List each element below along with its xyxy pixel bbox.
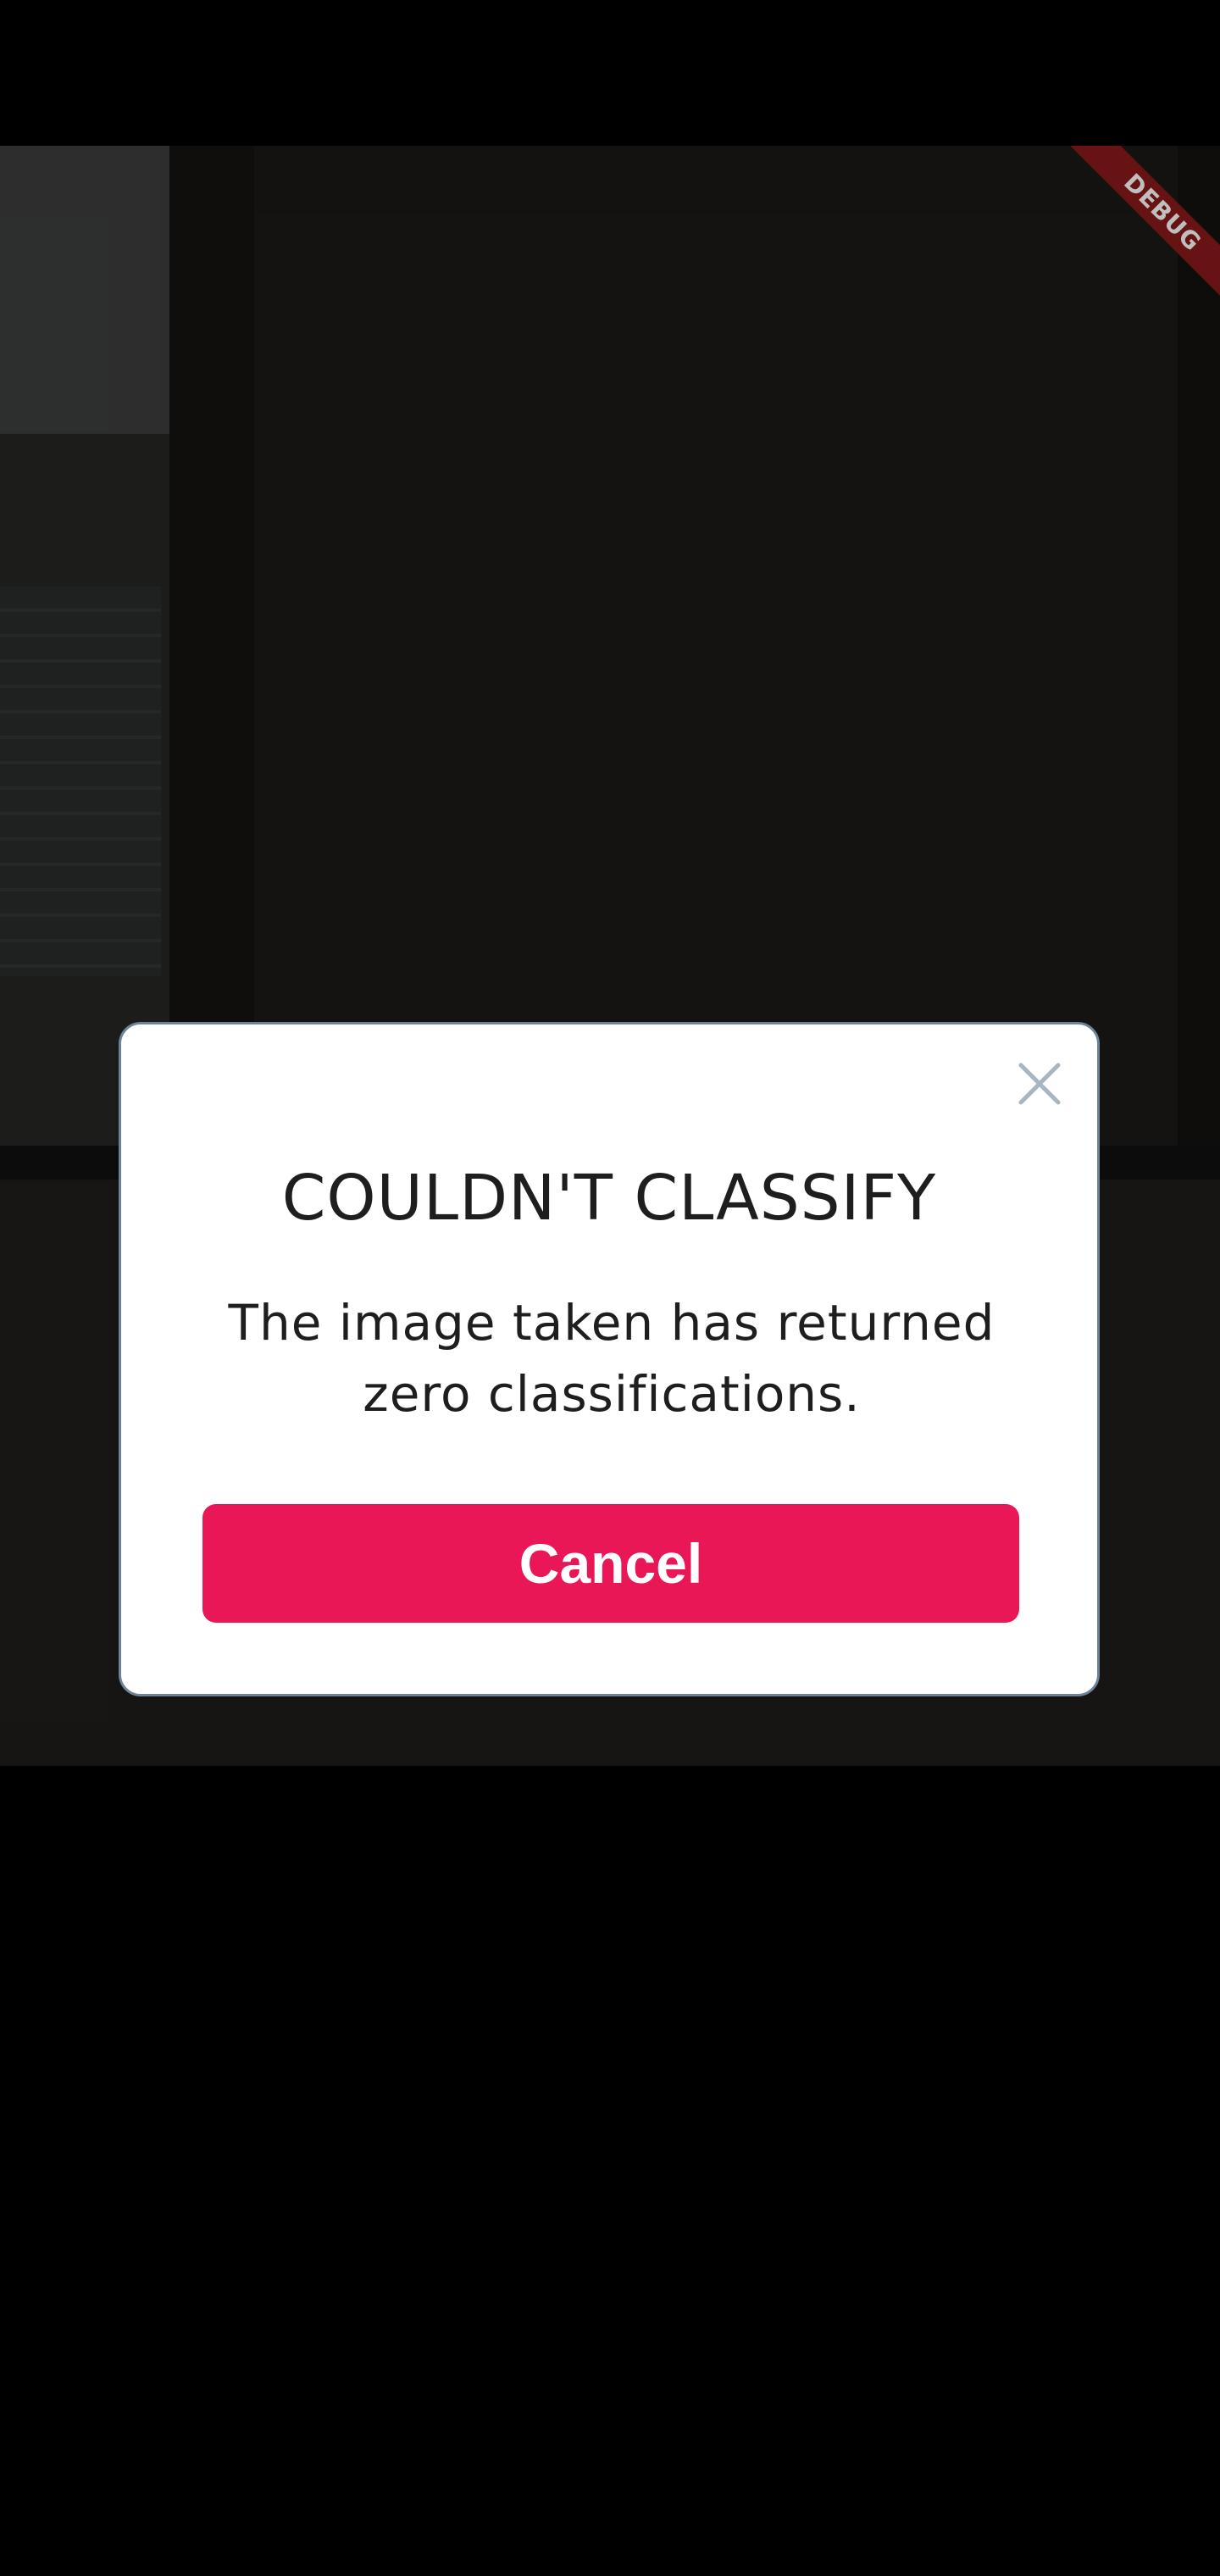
classification-error-dialog: COULDN'T CLASSIFY The image taken has re…: [119, 1022, 1100, 1696]
close-icon: [1018, 1063, 1061, 1105]
status-bar: [0, 0, 1220, 146]
cancel-button[interactable]: Cancel: [202, 1504, 1019, 1623]
dialog-message: The image taken has returned zero classi…: [228, 1294, 995, 1423]
dialog-title: COULDN'T CLASSIFY: [281, 1162, 937, 1235]
close-button[interactable]: [1011, 1055, 1068, 1113]
bottom-area: [0, 1766, 1220, 2576]
